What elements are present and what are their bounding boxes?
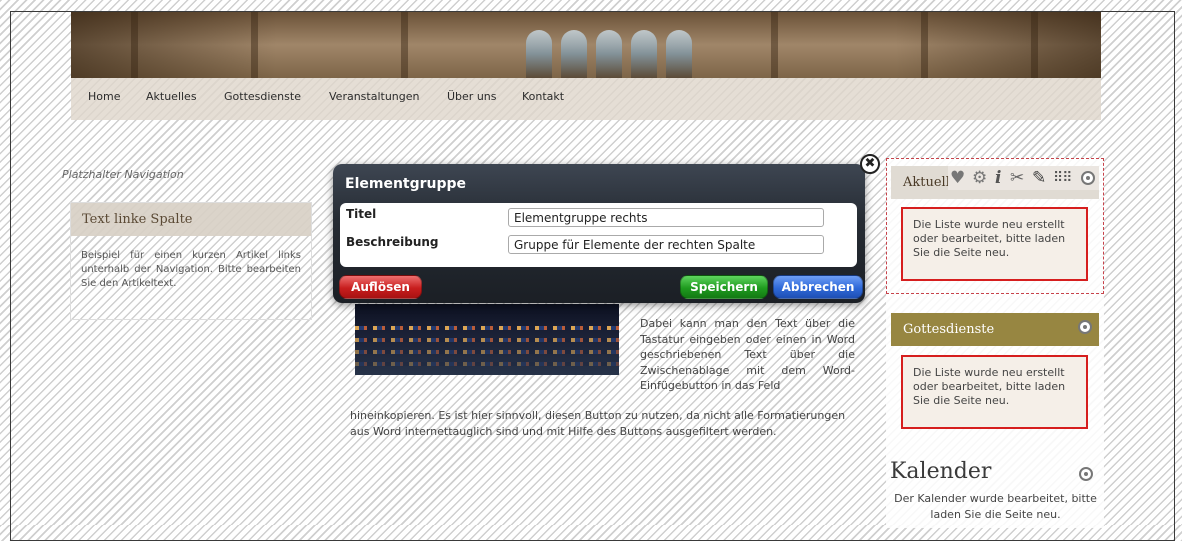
kalender-select-icon[interactable]: [1079, 467, 1093, 481]
titel-input[interactable]: [508, 208, 824, 227]
radio-icon[interactable]: [1081, 171, 1095, 185]
scissors-icon[interactable]: ✂: [1010, 167, 1024, 189]
element-edit-toolbar: ♥ ⚙ i ✂ ✎ ⠿⠿: [948, 166, 1099, 190]
nav-item-kontakt[interactable]: Kontakt: [522, 90, 564, 103]
aktuell-reload-notice: Die Liste wurde neu erstellt oder bearbe…: [901, 207, 1088, 281]
nav-item-veranstaltungen[interactable]: Veranstaltungen: [329, 90, 420, 103]
beschreibung-input[interactable]: [508, 235, 824, 254]
river-night-image: [355, 304, 619, 375]
heart-plus-icon[interactable]: ♥: [950, 167, 965, 189]
main-navigation: Home Aktuelles Gottesdienste Veranstaltu…: [71, 78, 1101, 120]
header-banner-image: [71, 12, 1101, 78]
left-column-article: Text linke Spalte Beispiel für einen kur…: [70, 202, 312, 320]
dialog-title: Elementgruppe: [345, 176, 467, 192]
aufloesen-button[interactable]: Auflösen: [339, 275, 422, 299]
info-icon[interactable]: i: [995, 167, 1001, 189]
nav-item-gottesdienste[interactable]: Gottesdienste: [224, 90, 301, 103]
abbrechen-button[interactable]: Abbrechen: [773, 275, 863, 299]
gottesdienste-widget-header: Gottesdienste: [891, 313, 1099, 346]
kalender-reload-notice: Der Kalender wurde bearbeitet, bitte lad…: [894, 492, 1097, 521]
article-text-continued: hineinkopieren. Es ist hier sinnvoll, di…: [350, 409, 846, 438]
aktuell-widget-title: Aktuell: [903, 175, 950, 190]
elementgruppe-dialog: Elementgruppe Titel Beschreibung Auflöse…: [333, 164, 865, 303]
left-article-title: Text linke Spalte: [71, 203, 311, 236]
speichern-button[interactable]: Speichern: [680, 275, 768, 299]
beschreibung-label: Beschreibung: [346, 235, 439, 249]
kalender-widget-title: Kalender: [890, 459, 992, 484]
dialog-form-panel: Titel Beschreibung: [340, 203, 857, 267]
grid-icon[interactable]: ⠿⠿: [1053, 167, 1072, 189]
article-text-beside-image: Dabei kann man den Text über die Tastatu…: [640, 317, 855, 392]
pencil-icon[interactable]: ✎: [1032, 167, 1046, 189]
gear-icon[interactable]: ⚙: [972, 167, 987, 189]
nav-item-aktuelles[interactable]: Aktuelles: [146, 90, 197, 103]
nav-item-ueber-uns[interactable]: Über uns: [447, 90, 497, 103]
gottesdienste-reload-notice: Die Liste wurde neu erstellt oder bearbe…: [901, 355, 1088, 429]
close-icon[interactable]: ✖: [860, 154, 880, 174]
gottesdienste-widget-title: Gottesdienste: [903, 322, 995, 337]
left-article-text: Beispiel für einen kurzen Artikel links …: [81, 250, 301, 289]
gottesdienste-select-icon[interactable]: [1078, 320, 1092, 334]
navigation-placeholder: Platzhalter Navigation: [62, 168, 184, 181]
nav-item-home[interactable]: Home: [88, 90, 120, 103]
titel-label: Titel: [346, 207, 377, 221]
